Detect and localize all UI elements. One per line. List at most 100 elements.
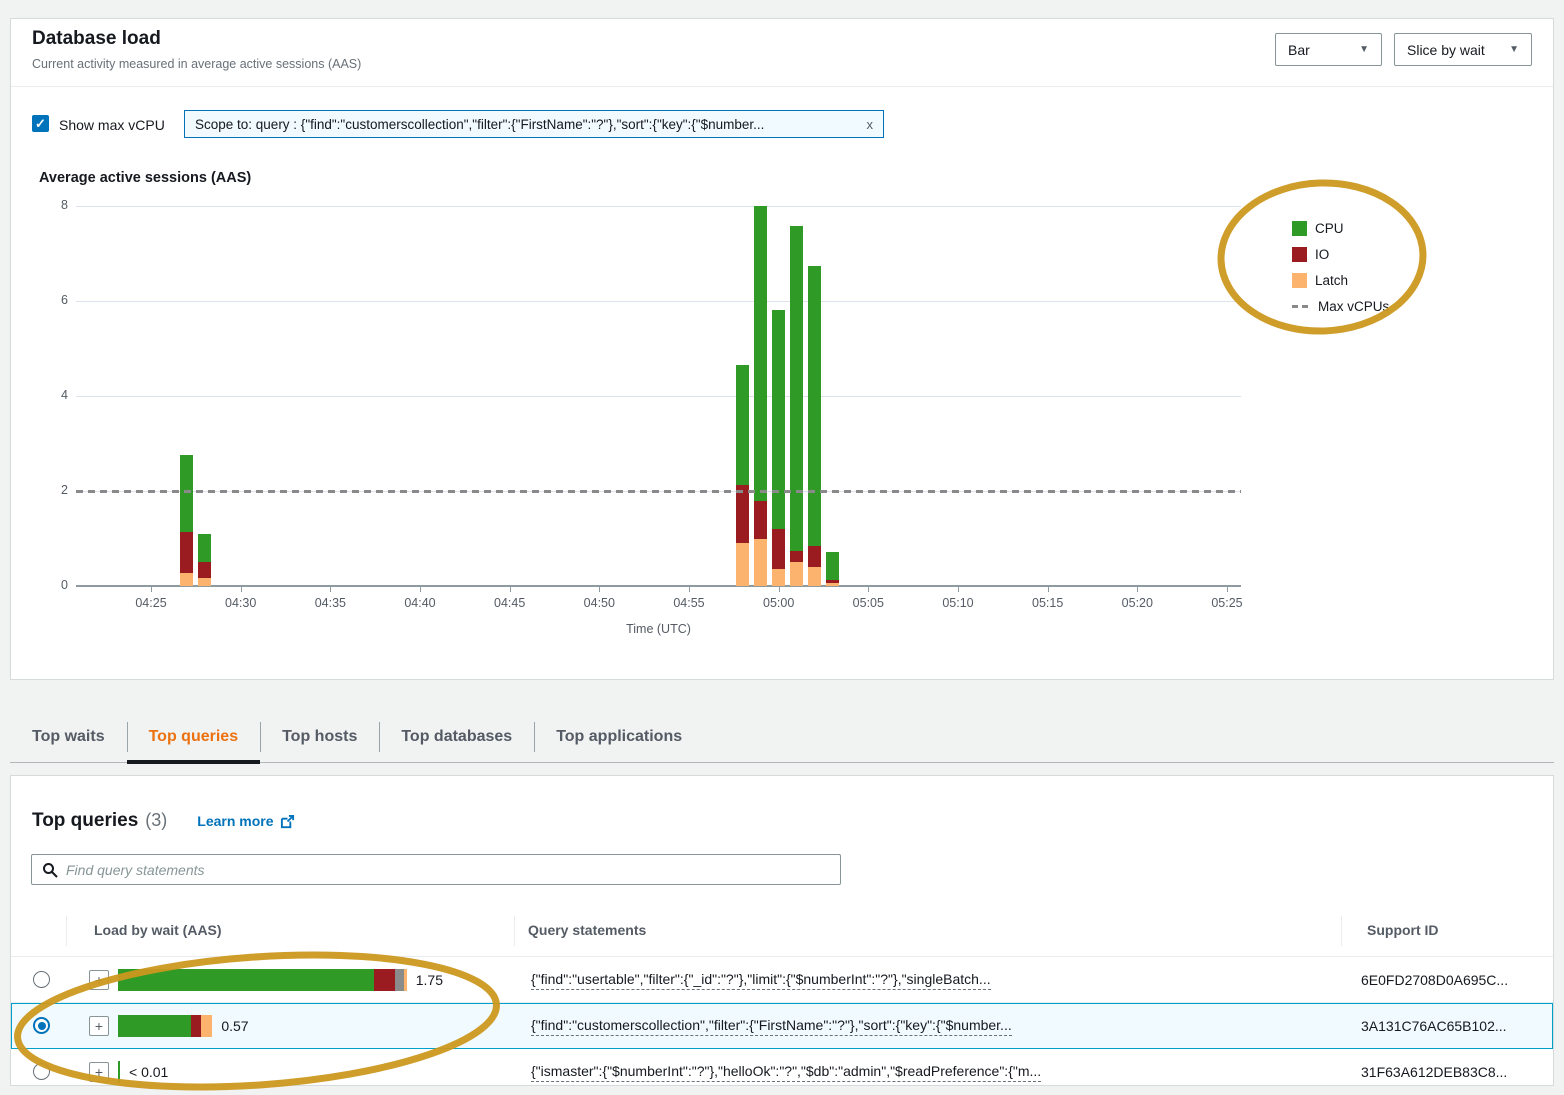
bar-segment-cpu-05:01[interactable] [790, 226, 803, 551]
bar-segment-cpu-04:27[interactable] [180, 455, 193, 532]
x-axis-tick-label: 04:30 [225, 596, 256, 610]
radio-button[interactable] [33, 1017, 50, 1034]
x-axis-tick [689, 586, 690, 592]
load-segment-cpu [118, 969, 374, 991]
x-axis-tick-label: 04:35 [315, 596, 346, 610]
bar-segment-latch-05:00[interactable] [772, 569, 785, 586]
x-axis-tick [868, 586, 869, 592]
bar-segment-io-05:00[interactable] [772, 529, 785, 568]
tab-top-queries[interactable]: Top queries [127, 712, 261, 762]
search-icon [42, 862, 58, 878]
query-statement-link[interactable]: {"find":"customerscollection","filter":{… [531, 1017, 1012, 1036]
tab-top-hosts[interactable]: Top hosts [260, 712, 379, 762]
column-divider [66, 916, 67, 946]
x-axis-tick-label: 05:20 [1122, 596, 1153, 610]
chart-legend: CPU IO Latch Max vCPUs [1292, 215, 1389, 319]
bar-segment-latch-04:58[interactable] [736, 543, 749, 586]
tab-top-applications[interactable]: Top applications [534, 712, 704, 762]
bar-segment-latch-05:03[interactable] [826, 583, 839, 586]
x-axis-tick-label: 05:05 [853, 596, 884, 610]
learn-more-link[interactable]: Learn more [197, 813, 294, 829]
x-axis-tick [420, 586, 421, 592]
chart-title: Average active sessions (AAS) [39, 170, 251, 186]
load-segment-cpu [118, 1061, 120, 1083]
gridline [76, 206, 1241, 207]
show-max-vcpu-label: Show max vCPU [59, 117, 165, 133]
chevron-down-icon: ▼ [1509, 44, 1519, 55]
bar-segment-cpu-05:03[interactable] [826, 552, 839, 581]
tab-top-databases[interactable]: Top databases [379, 712, 534, 762]
radio-button[interactable] [33, 1063, 50, 1080]
legend-item-io[interactable]: IO [1292, 241, 1389, 267]
expand-row-icon[interactable]: + [89, 1062, 109, 1082]
chart-type-dropdown[interactable]: Bar ▼ [1275, 33, 1382, 66]
x-axis-tick [151, 586, 152, 592]
legend-item-latch[interactable]: Latch [1292, 267, 1389, 293]
table-row[interactable]: + 1.75 {"find":"usertable","filter":{"_i… [11, 957, 1553, 1003]
bar-segment-io-05:02[interactable] [808, 546, 821, 567]
legend-item-max-vcpus[interactable]: Max vCPUs [1292, 293, 1389, 319]
legend-label: Latch [1315, 273, 1348, 288]
x-axis-tick-label: 05:15 [1032, 596, 1063, 610]
table-row[interactable]: + 0.57 {"find":"customerscollection","fi… [11, 1003, 1553, 1049]
bar-segment-cpu-05:02[interactable] [808, 266, 821, 546]
x-axis-tick [779, 586, 780, 592]
load-segment-io [191, 1015, 202, 1037]
x-axis-tick-label: 04:40 [404, 596, 435, 610]
bar-segment-latch-05:02[interactable] [808, 567, 821, 586]
load-value: 0.57 [221, 1018, 248, 1034]
scope-filter-close-icon[interactable]: x [867, 117, 874, 132]
show-max-vcpu-checkbox[interactable]: ✓ [32, 115, 49, 132]
bar-segment-io-05:01[interactable] [790, 551, 803, 561]
bar-segment-cpu-04:58[interactable] [736, 365, 749, 485]
slice-by-dropdown[interactable]: Slice by wait ▼ [1394, 33, 1532, 66]
y-axis-tick-label: 0 [34, 578, 68, 592]
max-vcpus-line [76, 490, 1241, 493]
scope-filter-text: Scope to: query : {"find":"customerscoll… [195, 117, 857, 132]
load-by-wait-bar [118, 1015, 212, 1037]
x-axis-tick [510, 586, 511, 592]
query-statement-link[interactable]: {"find":"usertable","filter":{"_id":"?"}… [531, 971, 991, 990]
legend-swatch [1292, 273, 1307, 288]
top-queries-count: (3) [145, 810, 167, 831]
bar-segment-io-04:59[interactable] [754, 501, 767, 539]
detail-tabs: Top waitsTop queriesTop hostsTop databas… [10, 712, 1554, 763]
load-segment-cpu [118, 1015, 191, 1037]
bar-segment-latch-04:28[interactable] [198, 578, 211, 586]
load-by-wait-bar [118, 1061, 120, 1083]
load-segment-other [395, 969, 404, 991]
load-by-wait-bar [118, 969, 407, 991]
bar-segment-cpu-05:00[interactable] [772, 310, 785, 530]
x-axis-title: Time (UTC) [76, 622, 1241, 636]
x-axis-tick [599, 586, 600, 592]
panel-subtitle: Current activity measured in average act… [32, 57, 361, 71]
bar-segment-latch-04:27[interactable] [180, 573, 193, 586]
query-statement-link[interactable]: {"ismaster":{"$numberInt":"?"},"helloOk"… [531, 1063, 1041, 1082]
bar-segment-cpu-04:28[interactable] [198, 534, 211, 562]
legend-item-cpu[interactable]: CPU [1292, 215, 1389, 241]
gridline [76, 301, 1241, 302]
legend-label: CPU [1315, 221, 1344, 236]
bar-segment-latch-05:01[interactable] [790, 562, 803, 586]
bar-segment-cpu-04:59[interactable] [754, 206, 767, 501]
y-axis-tick-label: 8 [34, 198, 68, 212]
radio-button[interactable] [33, 971, 50, 988]
y-axis-tick-label: 2 [34, 483, 68, 497]
bar-segment-io-05:03[interactable] [826, 580, 839, 583]
bar-segment-latch-04:59[interactable] [754, 539, 767, 587]
expand-row-icon[interactable]: + [89, 970, 109, 990]
expand-row-icon[interactable]: + [89, 1016, 109, 1036]
panel-title: Database load [32, 28, 161, 50]
query-search-box[interactable] [31, 854, 841, 885]
bar-segment-io-04:28[interactable] [198, 562, 211, 578]
table-row[interactable]: + < 0.01 {"ismaster":{"$numberInt":"?"},… [11, 1049, 1553, 1086]
support-id: 6E0FD2708D0A695C... [1361, 972, 1508, 988]
tab-top-waits[interactable]: Top waits [10, 712, 127, 762]
load-segment-io [374, 969, 395, 991]
x-axis-tick [241, 586, 242, 592]
x-axis-tick-label: 05:00 [763, 596, 794, 610]
bar-segment-io-04:58[interactable] [736, 485, 749, 543]
chart-type-value: Bar [1288, 42, 1310, 58]
bar-segment-io-04:27[interactable] [180, 532, 193, 573]
search-input[interactable] [66, 862, 830, 878]
